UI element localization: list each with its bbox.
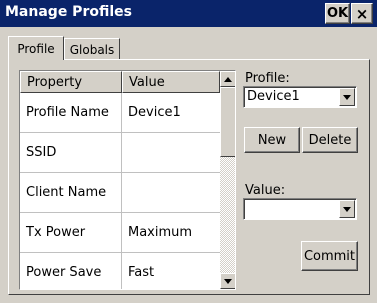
column-header-value[interactable]: Value (122, 71, 220, 93)
scroll-up-button[interactable] (220, 71, 235, 87)
scroll-thumb[interactable] (220, 87, 235, 157)
property-cell: Tx Power (20, 213, 122, 252)
table-row[interactable]: Tx Power Maximum (20, 213, 220, 253)
tab-profile[interactable]: Profile (8, 36, 64, 60)
table-row[interactable]: Profile Name Device1 (20, 93, 220, 133)
scroll-down-button[interactable] (220, 273, 235, 289)
table-row[interactable]: Power Save Fast (20, 253, 220, 289)
table-row[interactable]: SSID (20, 133, 220, 173)
value-cell: Device1 (128, 105, 181, 120)
property-cell: Power Save (20, 253, 122, 289)
value-cell (122, 173, 220, 212)
dropdown-arrow-button[interactable] (339, 88, 355, 106)
chevron-down-icon (343, 94, 351, 100)
grid-rows: Profile Name Device1 SSID Client Name Tx… (20, 93, 220, 289)
grid-header: Property Value (20, 71, 220, 93)
value-label: Value: (245, 183, 286, 198)
delete-profile-button[interactable]: Delete (302, 127, 358, 153)
property-grid[interactable]: Property Value Profile Name Device1 SSID… (19, 70, 236, 290)
vertical-scrollbar[interactable] (220, 71, 235, 289)
tab-globals[interactable]: Globals (64, 38, 120, 60)
chevron-down-icon (343, 206, 351, 212)
close-button[interactable]: × (351, 3, 373, 24)
commit-button[interactable]: Commit (301, 241, 358, 271)
triangle-down-icon (224, 278, 232, 284)
property-cell: Profile Name (20, 93, 122, 132)
value-dropdown[interactable] (243, 198, 357, 220)
column-header-property[interactable]: Property (20, 71, 122, 93)
ok-button[interactable]: OK (325, 3, 350, 24)
new-profile-button[interactable]: New (244, 127, 300, 153)
profile-label: Profile: (245, 71, 290, 86)
dropdown-arrow-button[interactable] (339, 200, 355, 218)
property-cell: Client Name (20, 173, 122, 212)
triangle-up-icon (224, 76, 232, 82)
table-row[interactable]: Client Name (20, 173, 220, 213)
title-bar: Manage Profiles OK × (0, 0, 377, 27)
value-cell (122, 133, 220, 172)
profile-selected-value: Device1 (247, 89, 300, 104)
property-cell: SSID (20, 133, 122, 172)
value-cell: Fast (128, 265, 155, 280)
value-cell: Maximum (128, 225, 193, 240)
window-title: Manage Profiles (5, 4, 132, 20)
profile-dropdown[interactable]: Device1 (243, 86, 357, 108)
